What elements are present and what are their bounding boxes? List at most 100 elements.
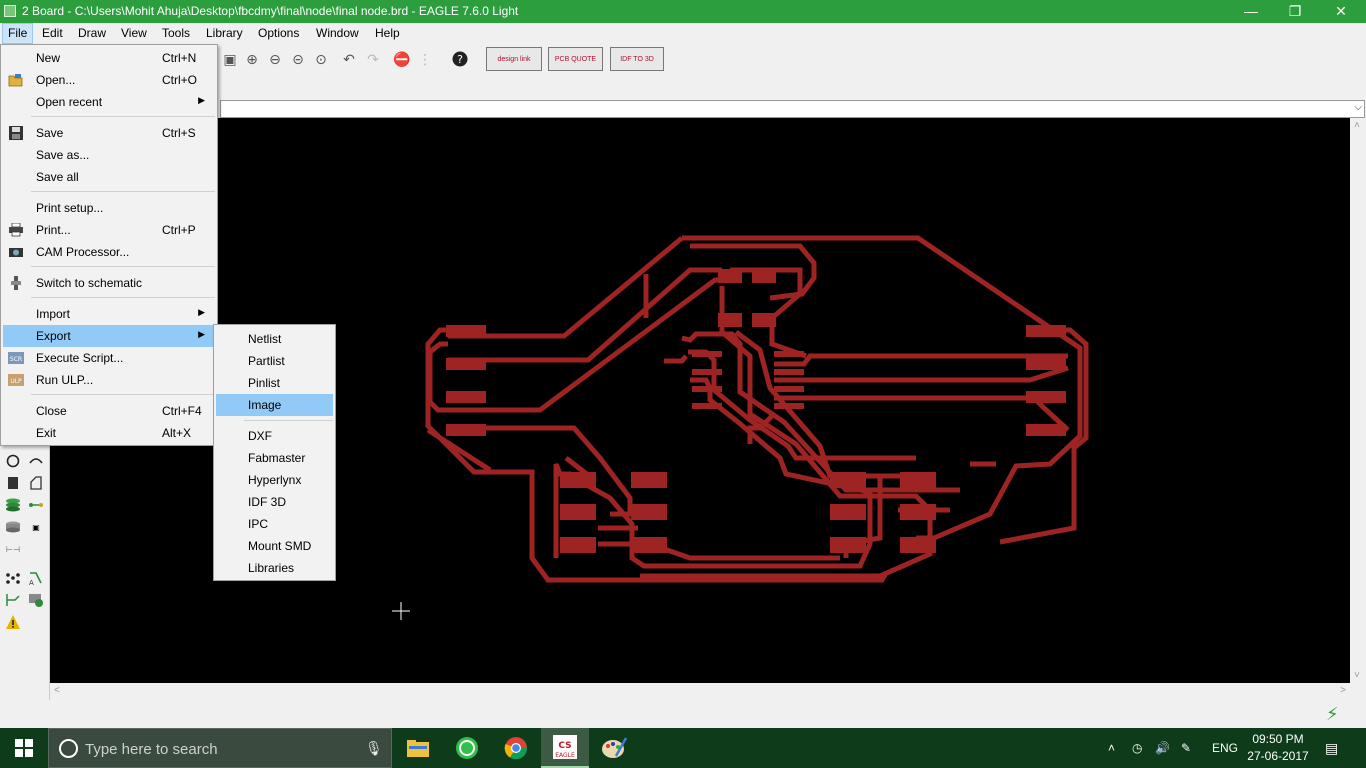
arc-tool-icon[interactable] [27, 452, 45, 470]
export-item-image[interactable]: Image [216, 394, 333, 416]
paint-icon[interactable] [590, 728, 638, 768]
export-item-dxf[interactable]: DXF [216, 425, 333, 447]
pcb-pad [560, 537, 596, 553]
pcb-pad [446, 325, 486, 337]
menu-item-save[interactable]: Save Ctrl+S [3, 122, 215, 144]
menu-item-label: Exit [36, 426, 57, 440]
eagle-taskbar-icon[interactable]: CS EAGLE [541, 728, 589, 768]
pcb-quote-button[interactable]: PCB QUOTE [548, 47, 603, 71]
taskbar-search[interactable]: Type here to search 🎙 [48, 728, 392, 768]
menu-item-print[interactable]: Print... Ctrl+P [3, 219, 215, 241]
tray-expand-icon[interactable]: ˄ [1108, 728, 1115, 768]
export-item-fabmaster[interactable]: Fabmaster [216, 447, 333, 469]
pen-icon[interactable]: ✎ [1181, 728, 1191, 768]
zoom-fit-icon[interactable]: ▣ [220, 49, 240, 69]
menu-view[interactable]: View [116, 23, 152, 44]
chevron-down-icon[interactable]: ⌵ [1354, 102, 1362, 113]
language-indicator[interactable]: ENG [1212, 728, 1238, 768]
go-icon[interactable]: ⋮ [415, 49, 435, 69]
route-tool-icon[interactable] [4, 591, 22, 609]
circle-tool-icon[interactable] [4, 452, 22, 470]
minimize-button[interactable]: — [1228, 0, 1274, 23]
pcb-pad [1026, 424, 1066, 436]
menu-item-close[interactable]: Close Ctrl+F4 [3, 400, 215, 422]
ratsnest-tool-icon[interactable] [4, 569, 22, 587]
chrome-icon[interactable] [492, 728, 540, 768]
zoom-redraw-icon[interactable]: ⊝ [288, 49, 308, 69]
scroll-right-icon[interactable]: ˃ [1340, 685, 1346, 696]
pcb-pad [631, 504, 667, 520]
menu-tools[interactable]: Tools [157, 23, 195, 44]
attribute-tool-icon[interactable]: ▣ [27, 518, 45, 536]
export-item-idf-3d[interactable]: IDF 3D [216, 491, 333, 513]
export-item-hyperlynx[interactable]: Hyperlynx [216, 469, 333, 491]
menu-item-label: Image [248, 398, 282, 412]
clock[interactable]: 09:50 PM 27-06-2017 [1246, 731, 1310, 765]
export-item-mount-smd[interactable]: Mount SMD [216, 535, 333, 557]
lightning-icon[interactable]: ⚡ [1326, 704, 1339, 725]
signal-tool-icon[interactable] [27, 496, 45, 514]
menu-item-exit[interactable]: Exit Alt+X [3, 422, 215, 444]
autorouter-tool-icon[interactable]: A [27, 569, 45, 587]
menu-item-execute-script[interactable]: SCR Execute Script... [3, 347, 215, 369]
idf-to-3d-button[interactable]: IDF TO 3D [610, 47, 664, 71]
menu-draw[interactable]: Draw [73, 23, 111, 44]
drill-tool-icon[interactable] [4, 518, 22, 536]
menu-help[interactable]: Help [370, 23, 405, 44]
export-item-ipc[interactable]: IPC [216, 513, 333, 535]
dimension-tool-icon[interactable]: ⊢⊣ [4, 540, 22, 558]
warning-icon[interactable] [4, 613, 22, 631]
rect-tool-icon[interactable] [4, 474, 22, 492]
action-center-icon[interactable]: ▤ [1325, 728, 1338, 768]
menu-item-save-as[interactable]: Save as... [3, 144, 215, 166]
menu-item-run-ulp[interactable]: ULP Run ULP... [3, 369, 215, 391]
menu-item-print-setup[interactable]: Print setup... [3, 197, 215, 219]
export-item-netlist[interactable]: Netlist [216, 328, 333, 350]
menu-item-label: Pinlist [248, 376, 281, 390]
pcb-pad [692, 369, 722, 375]
network-icon[interactable]: ◷ [1132, 728, 1142, 768]
scroll-up-icon[interactable]: ˄ [1354, 120, 1360, 131]
volume-icon[interactable]: 🔊 [1155, 728, 1170, 768]
whatsapp-icon[interactable] [443, 728, 491, 768]
menu-item-import[interactable]: Import ▶ [3, 303, 215, 325]
menu-item-cam-processor[interactable]: CAM Processor... [3, 241, 215, 263]
polygon-tool-icon[interactable] [27, 474, 45, 492]
menu-file[interactable]: File [2, 23, 34, 44]
menu-edit[interactable]: Edit [37, 23, 68, 44]
design-link-button[interactable]: design link [486, 47, 542, 71]
export-item-pinlist[interactable]: Pinlist [216, 372, 333, 394]
menu-item-open[interactable]: Open... Ctrl+O [3, 69, 215, 91]
zoom-in-icon[interactable]: ⊕ [242, 49, 262, 69]
help-icon[interactable]: ? [450, 49, 470, 69]
vertical-scrollbar[interactable]: ˄ ˅ [1350, 118, 1366, 683]
export-item-libraries[interactable]: Libraries [216, 557, 333, 579]
menu-options[interactable]: Options [253, 23, 304, 44]
menu-item-open-recent[interactable]: Open recent ▶ [3, 91, 215, 113]
zoom-select-icon[interactable]: ⊙ [311, 49, 331, 69]
scroll-left-icon[interactable]: ˂ [54, 685, 60, 696]
redo-icon[interactable]: ↷ [363, 49, 383, 69]
menu-item-switch-to-schematic[interactable]: Switch to schematic [3, 272, 215, 294]
menu-window[interactable]: Window [311, 23, 364, 44]
horizontal-scrollbar[interactable]: ˂ ˃ [50, 683, 1350, 700]
menu-item-new[interactable]: New Ctrl+N [3, 47, 215, 69]
stop-icon[interactable]: ⛔ [392, 49, 412, 69]
command-input[interactable]: ⌵ [220, 100, 1365, 118]
menu-library[interactable]: Library [201, 23, 248, 44]
microphone-icon[interactable]: 🎙 [365, 740, 383, 757]
menu-item-save-all[interactable]: Save all [3, 166, 215, 188]
file-explorer-icon[interactable] [394, 728, 442, 768]
menu-item-export[interactable]: Export ▶ [3, 325, 215, 347]
export-item-partlist[interactable]: Partlist [216, 350, 333, 372]
undo-icon[interactable]: ↶ [339, 49, 359, 69]
zoom-out-icon[interactable]: ⊖ [265, 49, 285, 69]
scroll-down-icon[interactable]: ˅ [1354, 670, 1360, 681]
layers-tool-icon[interactable] [4, 496, 22, 514]
menu-item-label: Execute Script... [36, 351, 124, 365]
windows-start-icon[interactable] [0, 728, 48, 768]
menu-item-label: IDF 3D [248, 495, 287, 509]
drc-tool-icon[interactable] [27, 591, 45, 609]
close-button[interactable]: ✕ [1318, 0, 1364, 23]
restore-button[interactable]: ❐ [1272, 0, 1318, 23]
